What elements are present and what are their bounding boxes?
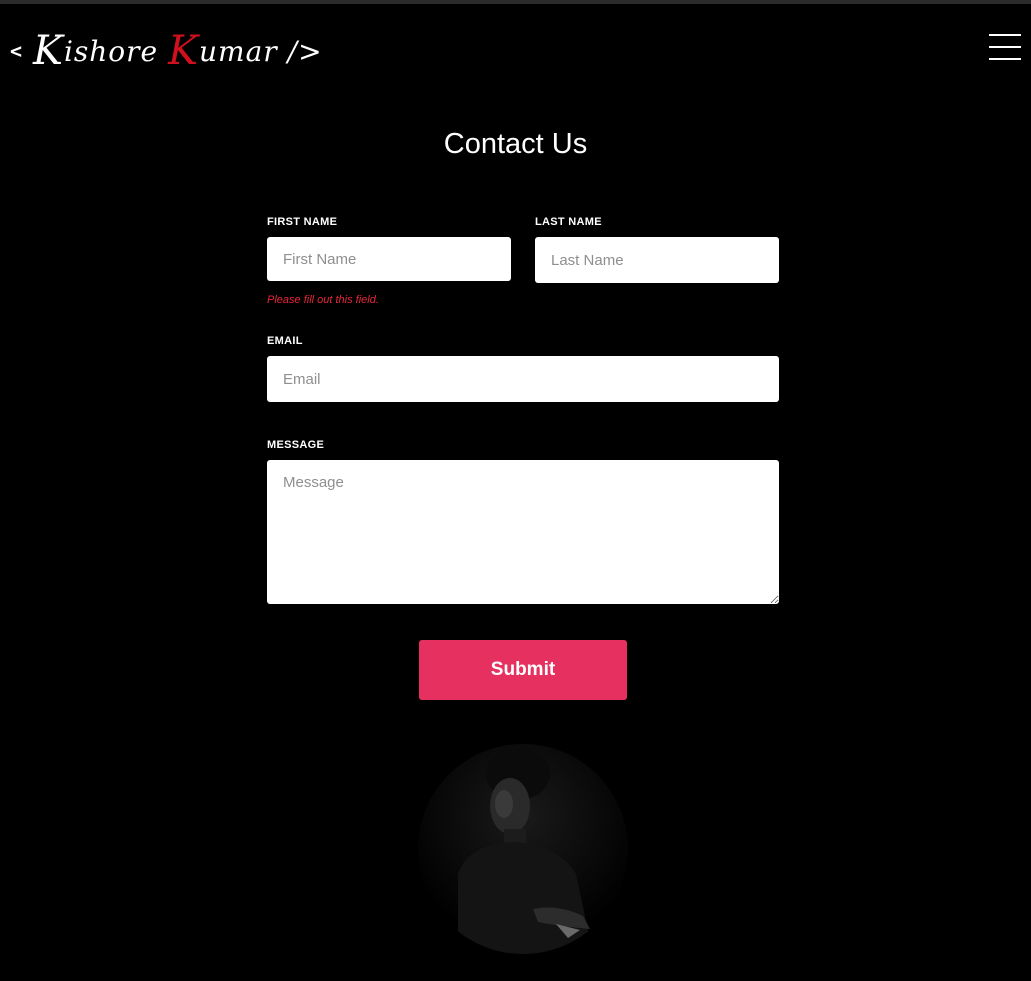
logo-last-initial: K: [168, 28, 199, 74]
message-textarea[interactable]: [267, 460, 779, 604]
email-group: EMAIL: [267, 335, 779, 402]
logo[interactable]: < Kishore Kumar />: [10, 26, 323, 76]
person-silhouette: [418, 744, 628, 954]
first-name-input[interactable]: [267, 237, 511, 281]
first-name-label: FIRST NAME: [267, 216, 338, 228]
name-row: FIRST NAME Please fill out this field. L…: [267, 216, 779, 306]
message-group: MESSAGE: [267, 439, 779, 604]
hamburger-line: [989, 58, 1021, 60]
email-label: EMAIL: [267, 335, 303, 347]
last-name-label: LAST NAME: [535, 216, 602, 228]
logo-open-bracket: <: [10, 39, 24, 63]
submit-button[interactable]: Submit: [419, 640, 627, 700]
submit-wrap: Submit: [267, 640, 779, 700]
logo-first-rest: ishore: [63, 34, 159, 68]
hamburger-line: [989, 46, 1021, 48]
hamburger-icon[interactable]: [989, 34, 1021, 60]
hamburger-line: [989, 34, 1021, 36]
message-label: MESSAGE: [267, 439, 325, 451]
page-title: Contact Us: [443, 128, 588, 160]
last-name-input[interactable]: [535, 237, 779, 283]
profile-photo: [418, 744, 628, 954]
last-name-group: LAST NAME: [535, 216, 779, 306]
logo-first-initial: K: [33, 28, 64, 74]
contact-form: FIRST NAME Please fill out this field. L…: [267, 216, 779, 700]
logo-last-rest: umar: [199, 34, 278, 68]
first-name-error: Please fill out this field.: [267, 294, 379, 306]
first-name-group: FIRST NAME Please fill out this field.: [267, 216, 511, 306]
page: < Kishore Kumar /> Contact Us FIRST NAME…: [0, 0, 1031, 981]
email-input[interactable]: [267, 356, 779, 402]
logo-close-bracket: />: [287, 34, 323, 68]
